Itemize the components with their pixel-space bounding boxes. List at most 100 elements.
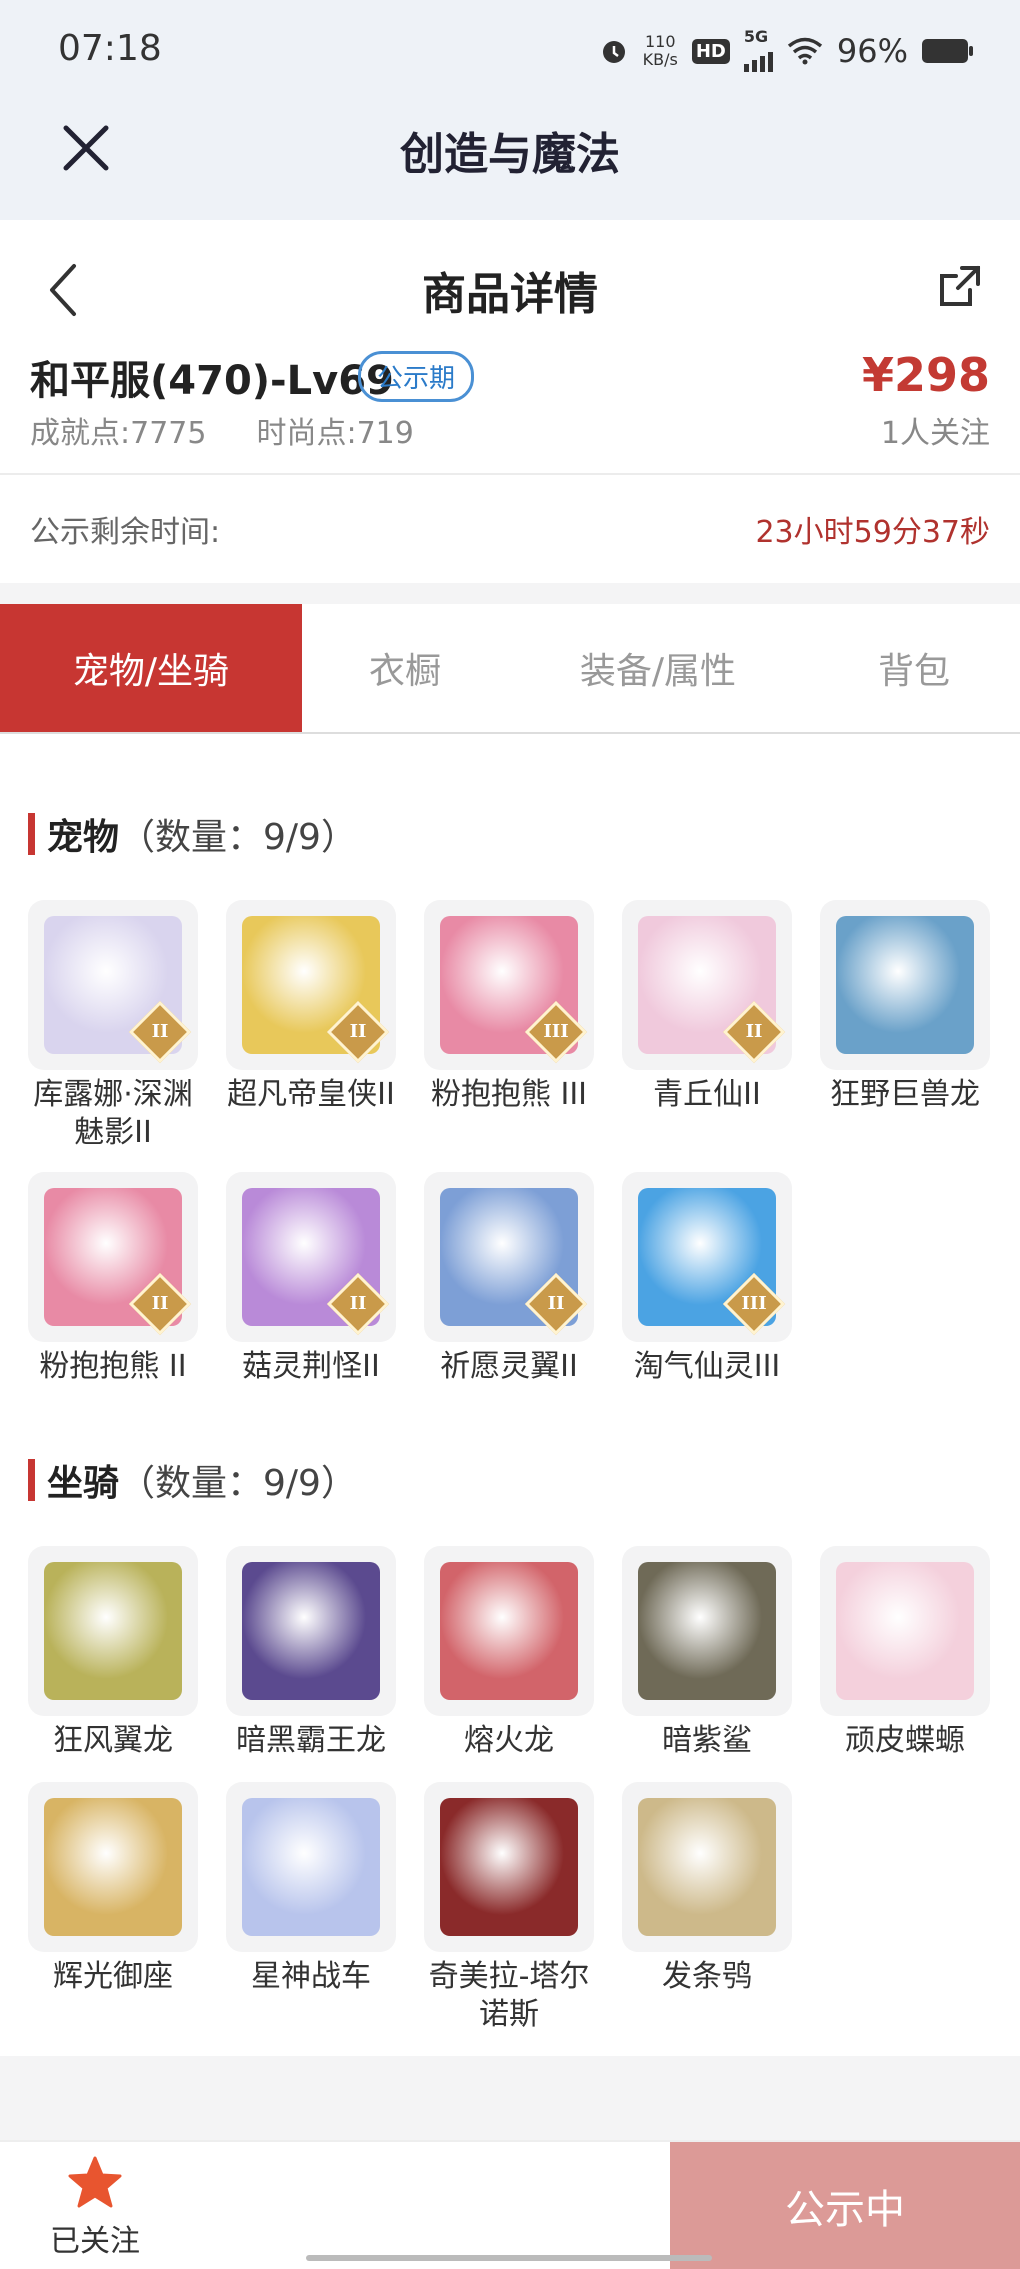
status-badge: 公示期 <box>358 351 475 402</box>
pet-item[interactable]: II 超凡帝皇侠II <box>226 900 396 1114</box>
item-image <box>440 1562 578 1700</box>
item-image <box>638 1562 776 1700</box>
item-image <box>44 1562 182 1700</box>
item-label: 祈愿灵翼II <box>440 1349 578 1384</box>
status-time: 07:18 <box>58 28 162 69</box>
item-image <box>242 1562 380 1700</box>
content-area: 宠物 （数量：9/9） II 库露娜·深渊魅影II II 超凡帝皇侠II III 粉抱抱熊… <box>0 734 1020 2056</box>
tab-backpack[interactable]: 背包 <box>808 604 1020 732</box>
mount-item[interactable]: 顽皮蝶螈 <box>820 1546 990 1760</box>
item-image <box>836 916 974 1054</box>
mounts-section-header: 坐骑 （数量：9/9） <box>28 1454 357 1506</box>
item-label: 奇美拉-塔尔诺斯 <box>428 1959 590 2032</box>
product-card: 商品详情 和平服(470)-Lv69 公示期 ¥298 成就点:7775 时尚点:… <box>0 220 1020 475</box>
item-stats: 成就点:7775 时尚点:719 <box>30 408 414 452</box>
follow-button[interactable]: 已关注 <box>0 2142 190 2269</box>
item-image <box>638 1798 776 1936</box>
item-thumbnail <box>820 1546 990 1716</box>
cell-signal: 5G <box>743 29 773 72</box>
item-label: 发条鸮 <box>662 1959 752 1994</box>
follower-count: 1人关注 <box>880 416 990 451</box>
item-thumbnail <box>622 1546 792 1716</box>
countdown-row: 公示剩余时间: 23小时59分37秒 <box>0 475 1020 583</box>
alarm-icon <box>602 41 625 63</box>
app-title: 创造与魔法 <box>400 129 620 180</box>
wifi-icon <box>787 37 822 65</box>
tab-equipment[interactable]: 装备/属性 <box>508 604 808 732</box>
item-thumbnail <box>424 1546 594 1716</box>
item-label: 粉抱抱熊 III <box>430 1077 588 1112</box>
status-button[interactable]: 公示中 <box>670 2142 1020 2269</box>
item-label: 暗黑霸王龙 <box>236 1723 386 1758</box>
item-thumbnail: III <box>622 1172 792 1342</box>
pets-title: 宠物 <box>47 817 120 858</box>
item-label: 超凡帝皇侠II <box>227 1077 395 1112</box>
pet-item[interactable]: II 库露娜·深渊魅影II <box>28 900 198 1152</box>
item-thumbnail: II <box>424 1172 594 1342</box>
mount-item[interactable]: 狂风翼龙 <box>28 1546 198 1760</box>
item-thumbnail <box>622 1782 792 1952</box>
item-thumbnail <box>226 1546 396 1716</box>
net-speed-unit: KB/s <box>642 50 678 69</box>
item-label: 星神战车 <box>251 1959 371 1994</box>
mount-item[interactable]: 奇美拉-塔尔诺斯 <box>424 1782 594 2034</box>
pet-item[interactable]: 狂野巨兽龙 <box>820 900 990 1114</box>
item-label: 粉抱抱熊 II <box>39 1349 187 1384</box>
net-speed-value: 110 <box>644 32 676 51</box>
pet-item[interactable]: II 粉抱抱熊 II <box>28 1172 198 1386</box>
item-image <box>44 1798 182 1936</box>
pets-count: （数量：9/9） <box>119 817 357 858</box>
tab-pets-mounts[interactable]: 宠物/坐骑 <box>0 604 302 732</box>
fashion-points: 时尚点:719 <box>256 416 414 451</box>
rank-label: II <box>151 1293 169 1314</box>
mount-item[interactable]: 发条鸮 <box>622 1782 792 1996</box>
battery-text: 96% <box>836 32 908 70</box>
countdown-value: 23小时59分37秒 <box>755 515 990 550</box>
price: ¥298 <box>861 348 990 402</box>
item-thumbnail: II <box>622 900 792 1070</box>
rank-label: II <box>547 1293 565 1314</box>
mount-item[interactable]: 星神战车 <box>226 1782 396 1996</box>
signal-icon <box>743 44 773 72</box>
item-label: 青丘仙II <box>653 1077 761 1112</box>
home-indicator <box>306 2255 712 2261</box>
mount-item[interactable]: 暗紫鲨 <box>622 1546 792 1760</box>
status-icons: 110 KB/s HD 5G 96% <box>599 29 973 72</box>
item-label: 库露娜·深渊魅影II <box>33 1077 193 1150</box>
item-thumbnail <box>820 900 990 1070</box>
achievement-points: 成就点:7775 <box>30 416 207 451</box>
follow-label: 已关注 <box>50 2224 140 2259</box>
rank-label: II <box>745 1021 763 1042</box>
item-thumbnail: III <box>424 900 594 1070</box>
section-marker <box>28 1459 35 1501</box>
share-icon[interactable] <box>936 262 984 310</box>
item-label: 菇灵荆怪II <box>242 1349 380 1384</box>
item-thumbnail: II <box>226 900 396 1070</box>
mount-item[interactable]: 暗黑霸王龙 <box>226 1546 396 1760</box>
mount-item[interactable]: 熔火龙 <box>424 1546 594 1760</box>
page-title: 商品详情 <box>422 269 598 320</box>
app-header: 创造与魔法 <box>0 100 1020 220</box>
item-image <box>440 1798 578 1936</box>
item-thumbnail: II <box>226 1172 396 1342</box>
status-bar: 07:18 110 KB/s HD 5G 96% <box>0 0 1020 100</box>
mounts-count: （数量：9/9） <box>119 1463 357 1504</box>
pet-item[interactable]: II 菇灵荆怪II <box>226 1172 396 1386</box>
pet-item[interactable]: II 青丘仙II <box>622 900 792 1114</box>
item-image <box>242 1798 380 1936</box>
item-label: 狂野巨兽龙 <box>830 1077 980 1112</box>
net-speed: 110 KB/s <box>643 33 678 69</box>
pet-item[interactable]: III 粉抱抱熊 III <box>424 900 594 1114</box>
item-thumbnail <box>424 1782 594 1952</box>
item-label: 暗紫鲨 <box>662 1723 752 1758</box>
mount-item[interactable]: 辉光御座 <box>28 1782 198 1996</box>
tab-wardrobe[interactable]: 衣橱 <box>302 604 508 732</box>
item-image <box>836 1562 974 1700</box>
pet-item[interactable]: III 淘气仙灵III <box>622 1172 792 1386</box>
item-thumbnail <box>226 1782 396 1952</box>
item-thumbnail: II <box>28 900 198 1070</box>
pet-item[interactable]: II 祈愿灵翼II <box>424 1172 594 1386</box>
item-thumbnail: II <box>28 1172 198 1342</box>
item-label: 淘气仙灵III <box>633 1349 781 1384</box>
item-name: 和平服(470)-Lv69 <box>30 358 394 404</box>
